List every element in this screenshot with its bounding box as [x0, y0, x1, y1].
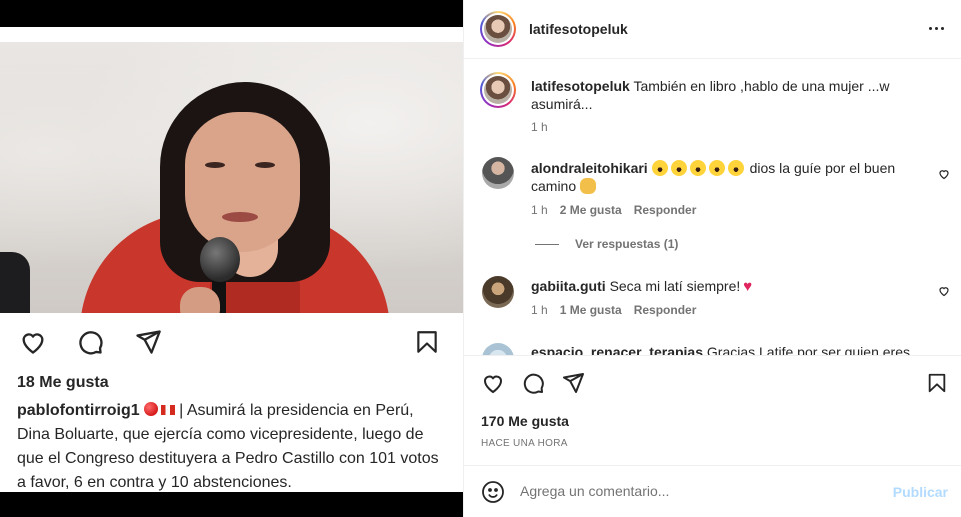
comment-meta: 1 h 1 Me gusta Responder [531, 303, 696, 317]
photo-shape [255, 162, 275, 168]
comments-list: latifesotopeluk También en libro ,hablo … [464, 60, 961, 355]
reply-button[interactable]: Responder [634, 303, 697, 317]
comment-likes[interactable]: 2 Me gusta [560, 203, 622, 217]
photo-shape [205, 162, 225, 168]
post-side-panel: latifesotopeluk latifesotopeluk También … [463, 0, 961, 517]
comment-icon[interactable] [520, 370, 546, 396]
more-options-icon[interactable] [924, 18, 948, 38]
comment-text: También en libro ,hablo de una mujer ...… [633, 78, 890, 94]
comment-text: Seca mi latí siempre! [609, 278, 741, 294]
comment-username[interactable]: espacio_renacer_terapias [531, 344, 703, 355]
peru-flag-emoji [160, 405, 175, 415]
add-comment-bar: Publicar [464, 465, 961, 517]
comment-input[interactable] [520, 476, 880, 506]
likes-count[interactable]: 170 Me gusta [481, 413, 569, 429]
reply-button[interactable]: Responder [634, 203, 697, 217]
comment-time[interactable]: 1 h [531, 203, 548, 217]
avatar[interactable] [482, 157, 514, 189]
like-comment-icon[interactable] [938, 285, 950, 297]
header-username[interactable]: latifesotopeluk [529, 21, 628, 37]
avatar-image [484, 76, 512, 104]
post-header: latifesotopeluk [464, 0, 961, 59]
left-likes-count[interactable]: 18 Me gusta [17, 374, 109, 392]
left-post-area: 18 Me gusta pablofontirroig1 | Asumirá l… [0, 0, 463, 517]
publish-button[interactable]: Publicar [893, 484, 948, 500]
scream-emoji [708, 160, 725, 176]
list-item: latifesotopeluk También en libro ,hablo … [531, 77, 936, 113]
like-comment-icon[interactable] [938, 168, 950, 180]
left-post-card: 18 Me gusta pablofontirroig1 | Asumirá l… [0, 27, 463, 492]
divider [535, 243, 559, 245]
comment-icon[interactable] [75, 327, 105, 357]
avatar[interactable] [482, 343, 514, 355]
bookmark-icon[interactable] [924, 370, 950, 396]
bookmark-icon[interactable] [412, 327, 442, 357]
share-icon[interactable] [560, 370, 586, 396]
list-item: gabiita.guti Seca mi latí siempre! ♥ [531, 277, 936, 296]
red-circle-emoji [143, 402, 158, 416]
praying-emoji [580, 178, 597, 194]
comment-username[interactable]: alondraleitohikari [531, 160, 648, 176]
view-replies-label: Ver respuestas (1) [575, 237, 679, 251]
photo-shape [0, 252, 30, 313]
microphone-shape [200, 237, 240, 282]
avatar[interactable] [480, 72, 516, 108]
post-photo[interactable] [0, 42, 463, 313]
heart-icon[interactable] [18, 327, 48, 357]
left-post-actions [18, 327, 448, 357]
heart-icon[interactable] [480, 370, 506, 396]
comment-meta: 1 h 2 Me gusta Responder [531, 203, 696, 217]
list-item: espacio_renacer_terapias Gracias Latife … [531, 343, 936, 355]
comment-text: camino [531, 178, 577, 194]
comment-text: asumirá... [531, 96, 593, 112]
caption-username[interactable]: pablofontirroig1 [17, 402, 140, 419]
avatar[interactable] [480, 11, 516, 47]
scream-emoji [689, 160, 706, 176]
comment-username[interactable]: latifesotopeluk [531, 78, 630, 94]
post-time[interactable]: Hace una hora [481, 438, 568, 449]
comment-meta: 1 h [531, 120, 548, 134]
list-item: alondraleitohikari dios la guíe por el b… [531, 159, 936, 195]
comment-time[interactable]: 1 h [531, 303, 548, 317]
comment-text: dios la guíe por el buen [749, 160, 896, 176]
scream-emoji [651, 160, 668, 176]
red-heart-emoji: ♥ [743, 278, 753, 295]
avatar[interactable] [482, 276, 514, 308]
scream-emoji [670, 160, 687, 176]
emoji-icon[interactable] [481, 480, 505, 504]
photo-shape [180, 287, 220, 313]
photo-shape [222, 212, 258, 222]
share-icon[interactable] [133, 327, 163, 357]
photo-shape [185, 112, 300, 252]
comment-likes[interactable]: 1 Me gusta [560, 303, 622, 317]
post-actions: 170 Me gusta Hace una hora Publicar [464, 355, 961, 517]
scream-emoji [727, 160, 744, 176]
avatar-image [484, 15, 512, 43]
left-post-caption: pablofontirroig1 | Asumirá la presidenci… [17, 399, 447, 495]
comment-time[interactable]: 1 h [531, 120, 548, 134]
comment-username[interactable]: gabiita.guti [531, 278, 606, 294]
view-replies-button[interactable]: Ver respuestas (1) [535, 237, 678, 251]
